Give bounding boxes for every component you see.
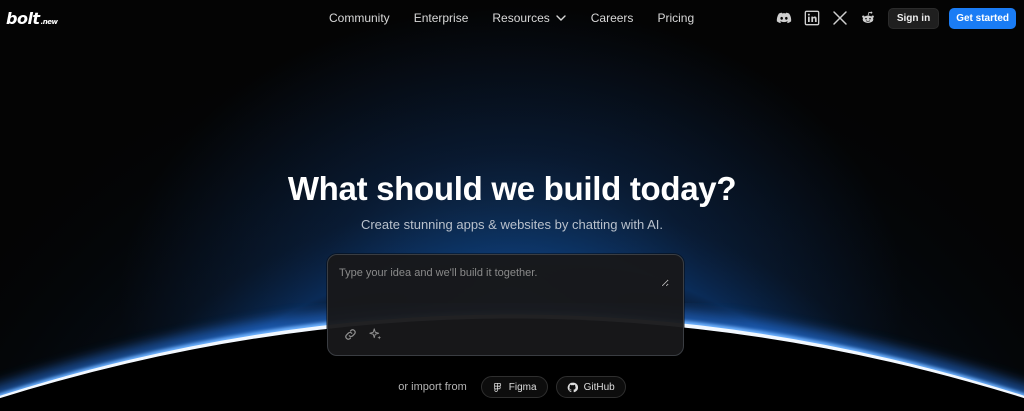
import-figma-button[interactable]: Figma	[480, 376, 548, 398]
nav-careers[interactable]: Careers	[591, 11, 634, 25]
linkedin-icon[interactable]	[804, 10, 820, 26]
attach-link-icon[interactable]	[343, 327, 358, 342]
import-row: or import from Figma GitHub	[0, 376, 1024, 398]
import-label: or import from	[398, 381, 467, 393]
prompt-toolbar	[343, 327, 383, 342]
github-label: GitHub	[583, 381, 615, 393]
get-started-button[interactable]: Get started	[949, 7, 1016, 29]
page: bolt .new Community Enterprise Resources…	[0, 0, 1024, 411]
enhance-sparkle-icon[interactable]	[368, 327, 383, 342]
figma-icon	[493, 382, 501, 392]
header-actions: Sign in Get started	[776, 6, 1016, 30]
nav-resources-label: Resources	[492, 11, 550, 25]
hero-title: What should we build today?	[287, 170, 737, 207]
figma-label: Figma	[508, 381, 537, 393]
chevron-down-icon	[556, 15, 566, 21]
nav-resources[interactable]: Resources	[492, 11, 566, 25]
nav-pricing[interactable]: Pricing	[657, 11, 694, 25]
logo-text: bolt	[6, 8, 40, 28]
main-nav: Community Enterprise Resources Careers P…	[329, 0, 718, 36]
reddit-icon[interactable]	[860, 10, 876, 26]
sign-in-button[interactable]: Sign in	[887, 7, 940, 29]
prompt-box	[327, 254, 684, 356]
logo-suffix: .new	[40, 17, 58, 26]
github-icon	[567, 382, 578, 392]
bolt-logo[interactable]: bolt .new	[6, 8, 58, 28]
import-github-button[interactable]: GitHub	[555, 376, 626, 398]
prompt-input[interactable]	[339, 267, 669, 287]
hero-subtitle: Create stunning apps & websites by chatt…	[360, 217, 664, 232]
top-nav-bar: bolt .new Community Enterprise Resources…	[0, 0, 1024, 36]
nav-community[interactable]: Community	[329, 11, 390, 25]
discord-icon[interactable]	[776, 10, 792, 26]
nav-enterprise[interactable]: Enterprise	[414, 11, 469, 25]
x-icon[interactable]	[832, 10, 848, 26]
